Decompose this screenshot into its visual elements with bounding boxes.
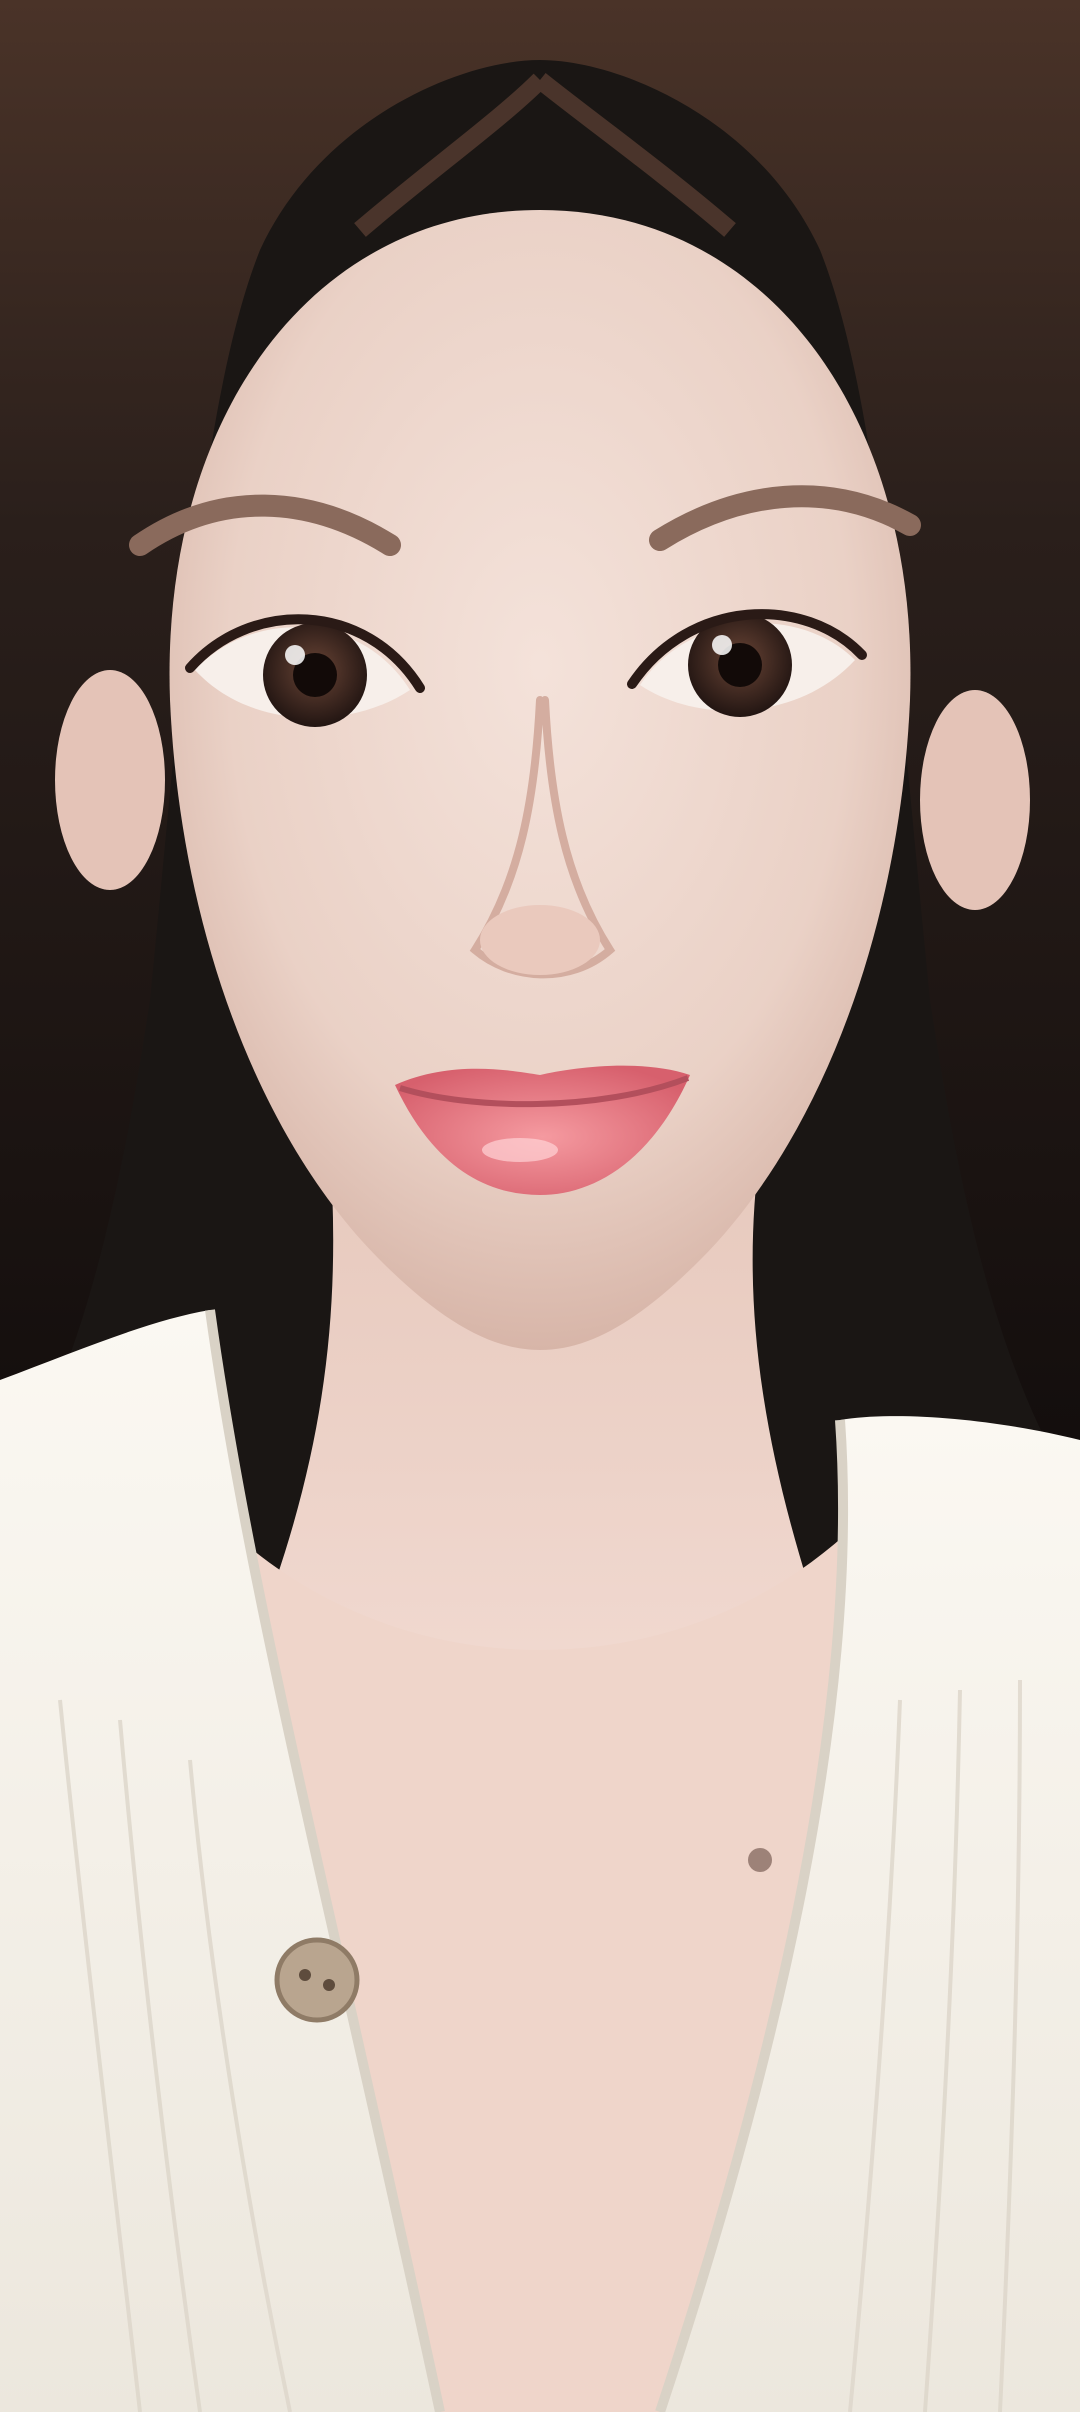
portrait-illustration xyxy=(0,0,1080,2412)
right-ear xyxy=(920,690,1030,910)
chest-mark xyxy=(748,1848,772,1872)
blouse-button xyxy=(274,1937,360,2023)
portrait-photo xyxy=(0,0,1080,2412)
left-ear xyxy=(55,670,165,890)
nose-tip xyxy=(480,905,600,975)
